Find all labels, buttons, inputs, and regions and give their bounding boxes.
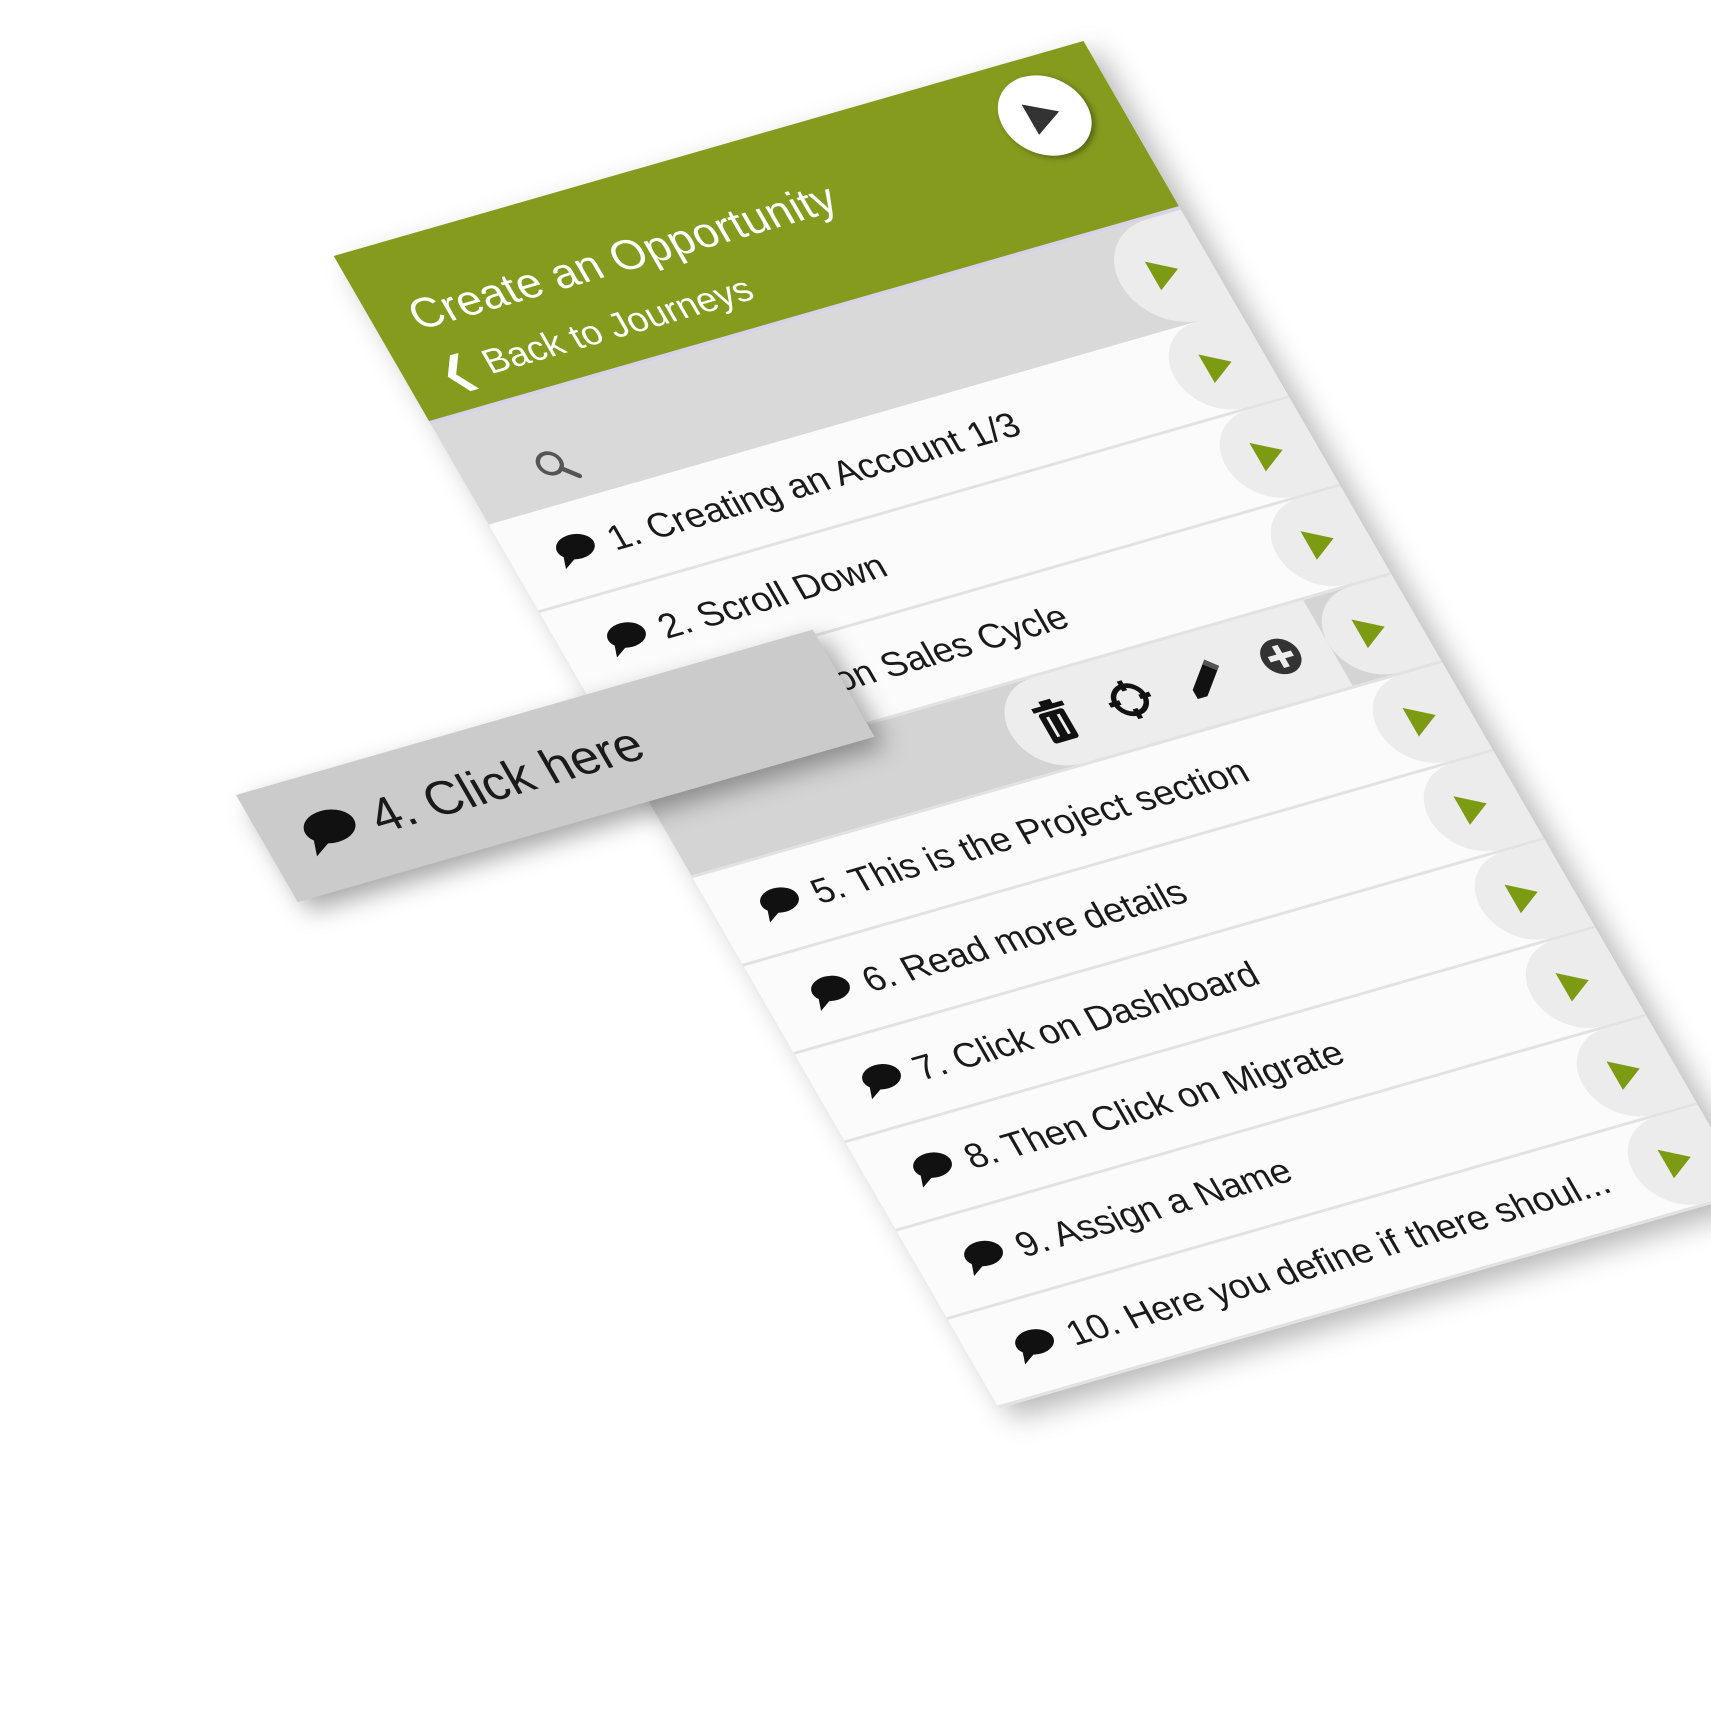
search-icon xyxy=(535,451,583,479)
pencil-icon xyxy=(1192,659,1220,699)
play-icon xyxy=(1249,442,1283,472)
active-step-label: 4. Click here xyxy=(358,716,655,844)
play-icon xyxy=(1300,531,1334,560)
speech-bubble-icon xyxy=(964,1240,1004,1276)
add-step-button[interactable] xyxy=(1248,631,1313,682)
speech-bubble-icon xyxy=(862,1064,901,1100)
play-icon xyxy=(1198,354,1232,384)
speech-bubble-icon xyxy=(606,622,646,658)
stage: Create an Opportunity ❮ Back to Journeys xyxy=(0,0,1711,1711)
speech-bubble-icon xyxy=(760,887,799,923)
play-icon xyxy=(1021,104,1060,135)
target-icon xyxy=(1108,680,1152,720)
speech-bubble-icon xyxy=(1015,1329,1055,1365)
speech-bubble-icon xyxy=(303,809,356,857)
delete-step-button[interactable] xyxy=(1024,694,1087,748)
speech-bubble-icon xyxy=(811,975,850,1011)
speech-bubble-icon xyxy=(913,1152,952,1188)
play-icon xyxy=(1504,884,1538,914)
locate-element-button[interactable] xyxy=(1096,673,1164,727)
play-icon xyxy=(1351,619,1385,649)
play-journey-button[interactable] xyxy=(981,65,1109,166)
play-icon xyxy=(1144,261,1179,291)
play-icon xyxy=(1402,707,1436,737)
play-icon xyxy=(1606,1061,1640,1090)
play-icon xyxy=(1555,972,1589,1002)
chevron-left-icon: ❮ xyxy=(429,347,485,396)
speech-bubble-icon xyxy=(555,533,595,570)
play-icon xyxy=(1657,1149,1691,1179)
play-icon xyxy=(1453,796,1487,825)
trash-icon xyxy=(1031,698,1079,744)
edit-step-button[interactable] xyxy=(1173,652,1238,703)
plus-circle-icon xyxy=(1260,638,1302,675)
